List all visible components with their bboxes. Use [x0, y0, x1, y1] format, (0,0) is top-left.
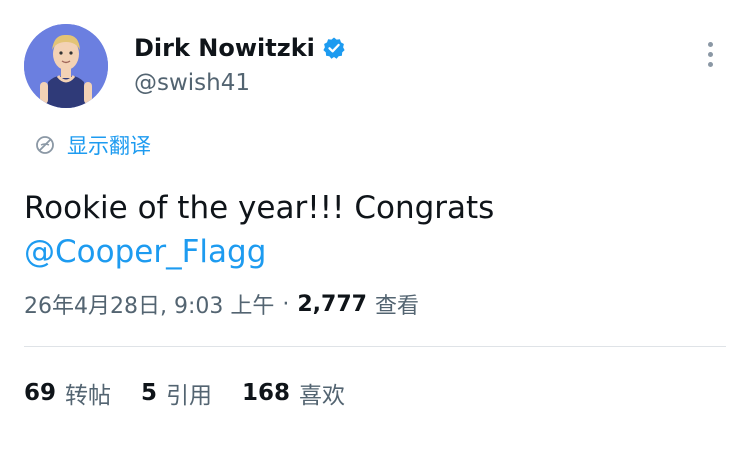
author-name-row: Dirk Nowitzki: [134, 34, 346, 62]
quotes-label: 引用: [166, 383, 213, 409]
more-vertical-icon: [707, 42, 713, 47]
divider: [24, 346, 726, 347]
more-options-button[interactable]: [702, 42, 718, 76]
retweets-count: 69: [24, 380, 57, 406]
globe-translate-icon: [36, 136, 54, 154]
quotes-count: 5: [141, 380, 158, 406]
tweet-text: Rookie of the year!!! Congrats @Cooper_F…: [24, 186, 494, 274]
retweets-label: 转帖: [65, 383, 112, 409]
views-count: 2,777: [297, 291, 367, 317]
likes-label: 喜欢: [299, 383, 346, 409]
engagement-stats: 69 转帖 5 引用 168 喜欢: [24, 376, 375, 410]
author-display-name[interactable]: Dirk Nowitzki: [134, 34, 315, 62]
show-translation-button[interactable]: 显示翻译: [34, 130, 151, 160]
meta-separator: ·: [282, 291, 290, 317]
show-translation-label: 显示翻译: [67, 134, 151, 158]
mention-link[interactable]: @Cooper_Flagg: [24, 230, 494, 274]
tweet-text-line: Rookie of the year!!! Congrats: [24, 190, 495, 226]
tweet-meta: 26年4月28日, 9:03 上午 · 2,777 查看: [24, 288, 419, 320]
verified-badge-icon: [323, 37, 345, 59]
avatar-illustration: [24, 24, 108, 108]
likes-count: 168: [242, 380, 291, 406]
views-label: 查看: [374, 294, 419, 319]
likes-stat[interactable]: 168 喜欢: [242, 376, 345, 410]
retweets-stat[interactable]: 69 转帖: [24, 376, 111, 410]
quotes-stat[interactable]: 5 引用: [141, 376, 212, 410]
tweet-header: Dirk Nowitzki @swish41: [24, 24, 726, 110]
author-handle[interactable]: @swish41: [134, 70, 250, 96]
tweet-timestamp[interactable]: 26年4月28日, 9:03 上午: [24, 288, 274, 320]
avatar[interactable]: [24, 24, 108, 108]
